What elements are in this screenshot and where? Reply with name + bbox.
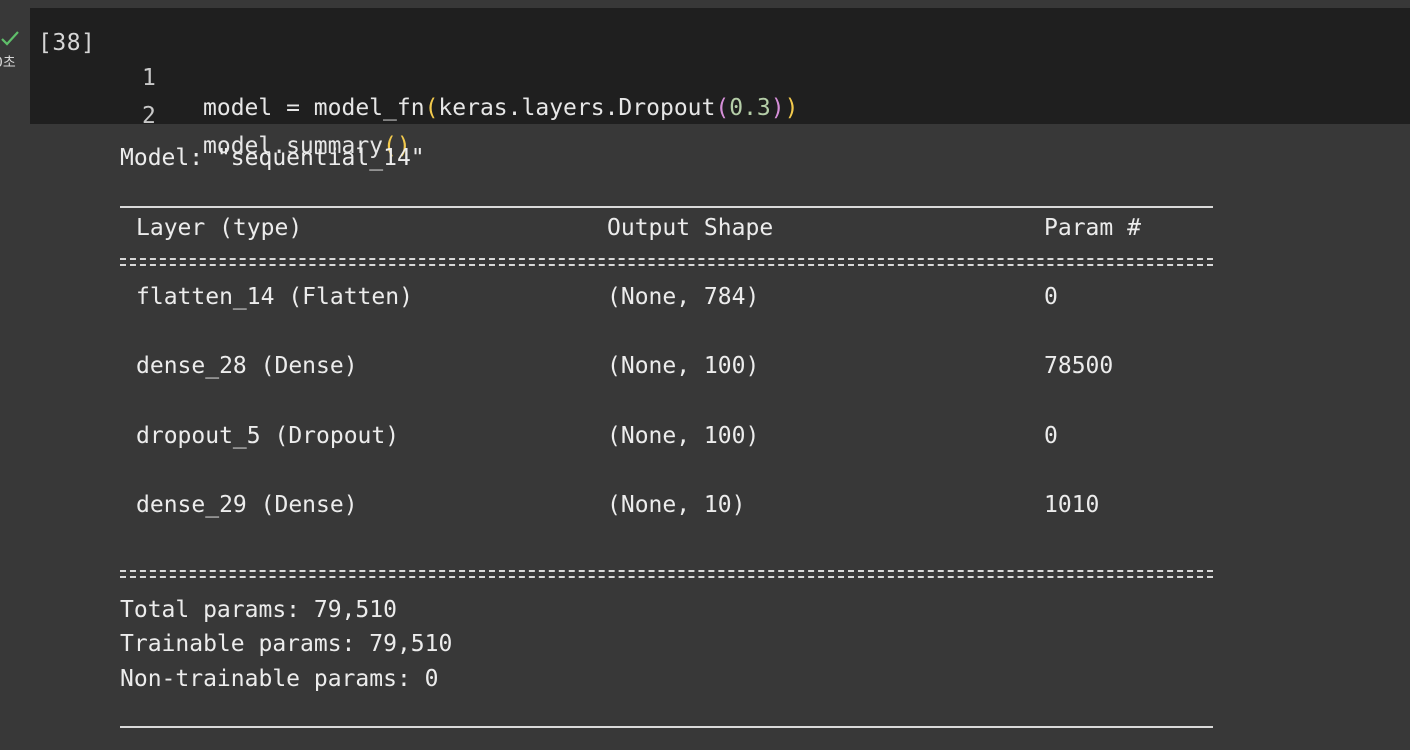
table-bottom-rule xyxy=(120,726,1213,728)
layer-name: dropout_5 (Dropout) xyxy=(136,423,400,449)
code-line-2[interactable]: 2 model.summary() xyxy=(30,71,411,159)
notebook-page: 0초 [38] 1 model = model_fn(keras.layers.… xyxy=(0,0,1410,750)
code-cell[interactable]: [38] 1 model = model_fn(keras.layers.Dro… xyxy=(30,8,1410,159)
output-shape: (None, 100) xyxy=(607,423,760,449)
layer-name: dense_29 (Dense) xyxy=(136,492,358,518)
cell-gutter[interactable]: 0초 xyxy=(0,0,30,124)
trainable-params: Trainable params: 79,510 xyxy=(120,631,453,657)
non-trainable-params: Non-trainable params: 0 xyxy=(120,666,439,692)
layer-name: flatten_14 (Flatten) xyxy=(136,284,413,310)
param-count: 78500 xyxy=(1044,353,1114,379)
code-text: model = model_fn(keras.layers.Dropout(0.… xyxy=(203,95,799,121)
top-strip xyxy=(0,0,1410,8)
output-shape: (None, 784) xyxy=(607,284,760,310)
header-layer: Layer (type) xyxy=(136,215,303,241)
line-number: 2 xyxy=(142,103,156,129)
param-count: 0 xyxy=(1044,284,1058,310)
header-output-shape: Output Shape xyxy=(607,215,774,241)
line-number: 1 xyxy=(142,65,156,91)
param-count: 0 xyxy=(1044,423,1058,449)
table-top-rule xyxy=(120,206,1213,208)
param-count: 1010 xyxy=(1044,492,1100,518)
header-param-count: Param # xyxy=(1044,215,1141,241)
header-double-rule xyxy=(120,258,1213,266)
output-shape: (None, 10) xyxy=(607,492,746,518)
total-params: Total params: 79,510 xyxy=(120,597,397,623)
check-icon xyxy=(1,31,19,46)
footer-double-rule xyxy=(120,570,1213,578)
layer-name: dense_28 (Dense) xyxy=(136,353,358,379)
code-line-1[interactable]: 1 model = model_fn(keras.layers.Dropout(… xyxy=(30,33,799,121)
execution-time: 0초 xyxy=(0,55,16,71)
output-shape: (None, 100) xyxy=(607,353,760,379)
model-name-line: Model: "sequential_14" xyxy=(120,145,425,171)
